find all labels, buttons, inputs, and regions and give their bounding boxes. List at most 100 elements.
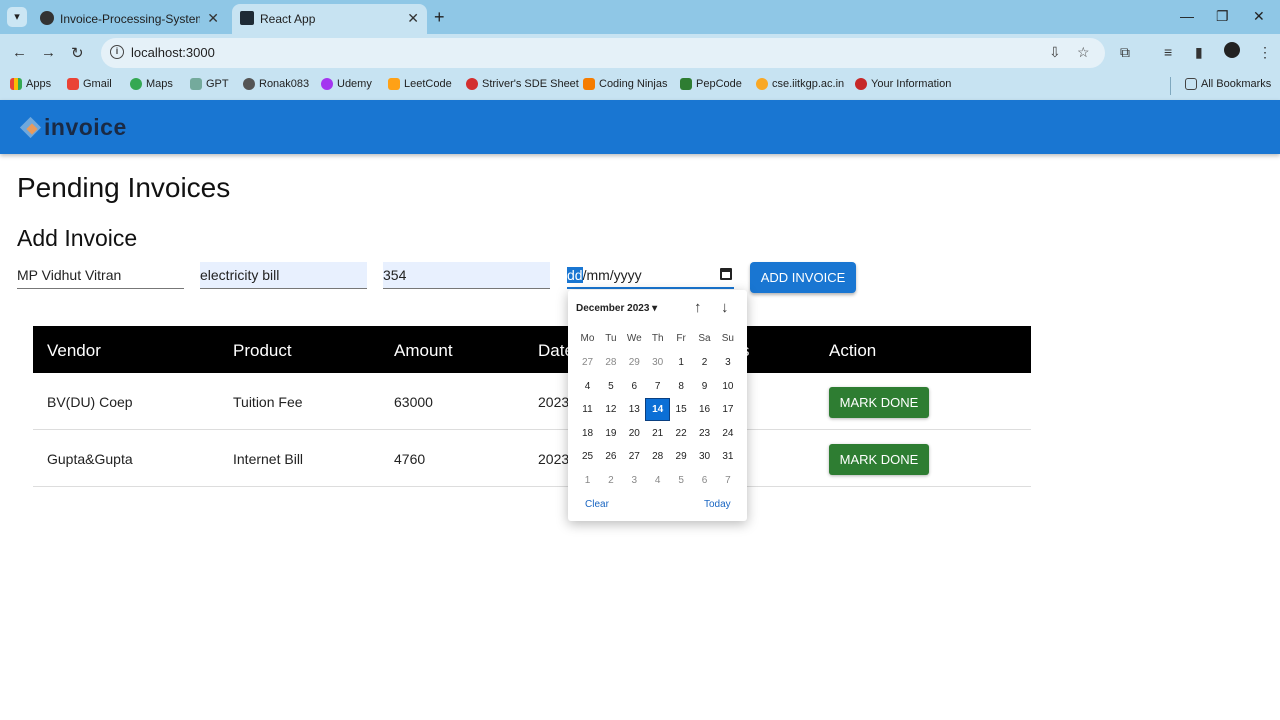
calendar-day[interactable]: 17: [716, 399, 739, 420]
bookmark-pepcode[interactable]: PepCode: [680, 78, 742, 90]
add-invoice-button[interactable]: ADD INVOICE: [750, 262, 856, 293]
calendar-day[interactable]: 23: [693, 423, 716, 444]
media-icon[interactable]: ≡: [1164, 44, 1172, 60]
calendar-day[interactable]: 28: [646, 446, 669, 467]
date-rest-segment[interactable]: /mm/yyyy: [583, 267, 642, 283]
tab-search-chevron-icon[interactable]: ▾: [7, 7, 27, 27]
menu-kebab-icon[interactable]: ⋮: [1258, 44, 1272, 61]
browser-tab-react-app[interactable]: React App ✕: [232, 4, 427, 34]
app-logo[interactable]: invoice: [19, 114, 127, 141]
calendar-day[interactable]: 31: [716, 446, 739, 467]
product-field[interactable]: [200, 262, 367, 289]
prev-month-arrow-icon[interactable]: ↑: [694, 299, 702, 316]
all-bookmarks[interactable]: All Bookmarks: [1185, 78, 1271, 90]
calendar-day[interactable]: 1: [670, 352, 693, 373]
bookmark-star-icon[interactable]: ☆: [1077, 44, 1090, 61]
calendar-day[interactable]: 15: [670, 399, 693, 420]
bookmark-label: Apps: [26, 78, 52, 90]
calendar-icon[interactable]: [720, 268, 732, 280]
bookmark-gpt[interactable]: GPT: [190, 78, 229, 90]
diamond-logo-icon: [19, 116, 42, 139]
calendar-day[interactable]: 21: [646, 423, 669, 444]
calendar-day[interactable]: 8: [670, 376, 693, 397]
window-close-icon[interactable]: ✕: [1253, 8, 1265, 25]
calendar-day[interactable]: 4: [576, 376, 599, 397]
calendar-day[interactable]: 29: [623, 352, 646, 373]
calendar-day[interactable]: 11: [576, 399, 599, 420]
calendar-day[interactable]: 5: [670, 470, 693, 491]
calendar-day[interactable]: 7: [646, 376, 669, 397]
close-icon[interactable]: ✕: [407, 10, 419, 27]
calendar-day[interactable]: 30: [693, 446, 716, 467]
install-icon[interactable]: ⇩: [1049, 44, 1061, 61]
calendar-day[interactable]: 28: [599, 352, 622, 373]
calendar-day[interactable]: 14: [645, 398, 671, 421]
reload-icon[interactable]: ↻: [71, 44, 84, 62]
today-button[interactable]: Today: [704, 499, 731, 510]
vendor-input[interactable]: [17, 267, 184, 283]
calendar-day[interactable]: 6: [693, 470, 716, 491]
calendar-day[interactable]: 16: [693, 399, 716, 420]
calendar-day[interactable]: 12: [599, 399, 622, 420]
calendar-day[interactable]: 5: [599, 376, 622, 397]
minimize-icon[interactable]: —: [1180, 8, 1194, 24]
calendar-day[interactable]: 9: [693, 376, 716, 397]
site-info-icon[interactable]: i: [110, 45, 124, 59]
month-year-select[interactable]: December 2023 ▾: [576, 303, 657, 314]
calendar-day[interactable]: 18: [576, 423, 599, 444]
bookmark-udemy[interactable]: Udemy: [321, 78, 372, 90]
profile-avatar[interactable]: [1224, 42, 1240, 58]
calendar-day[interactable]: 27: [576, 352, 599, 373]
bookmark-striver[interactable]: Striver's SDE Sheet: [466, 78, 579, 90]
address-bar[interactable]: i localhost:3000 ⇩ ☆: [101, 38, 1105, 68]
calendar-day[interactable]: 26: [599, 446, 622, 467]
calendar-day[interactable]: 30: [646, 352, 669, 373]
calendar-day[interactable]: 2: [599, 470, 622, 491]
amount-input[interactable]: [383, 267, 550, 283]
bookmark-maps[interactable]: Maps: [130, 78, 173, 90]
bookmark-coding-ninjas[interactable]: Coding Ninjas: [583, 78, 667, 90]
bookmark-apps[interactable]: Apps: [10, 78, 51, 90]
calendar-day[interactable]: 13: [623, 399, 646, 420]
browser-tab-github[interactable]: Invoice-Processing-System/ at ✕: [32, 4, 227, 34]
close-icon[interactable]: ✕: [207, 10, 219, 27]
calendar-day[interactable]: 3: [716, 352, 739, 373]
new-tab-icon[interactable]: +: [434, 7, 445, 28]
extensions-icon[interactable]: ⧉: [1120, 44, 1130, 61]
bookmark-iitkgp[interactable]: cse.iitkgp.ac.in: [756, 78, 844, 90]
calendar-day[interactable]: 27: [623, 446, 646, 467]
next-month-arrow-icon[interactable]: ↓: [721, 299, 729, 316]
vendor-field[interactable]: [17, 262, 184, 289]
calendar-day[interactable]: 7: [716, 470, 739, 491]
side-panel-icon[interactable]: ▮: [1195, 44, 1203, 61]
amount-field[interactable]: [383, 262, 550, 289]
striver-icon: [466, 78, 478, 90]
calendar-day[interactable]: 19: [599, 423, 622, 444]
mark-done-button[interactable]: MARK DONE: [829, 444, 929, 475]
calendar-day[interactable]: 4: [646, 470, 669, 491]
calendar-day[interactable]: 1: [576, 470, 599, 491]
calendar-day[interactable]: 24: [716, 423, 739, 444]
forward-icon[interactable]: →: [41, 44, 56, 61]
bookmark-gmail[interactable]: Gmail: [67, 78, 112, 90]
calendar-day[interactable]: 22: [670, 423, 693, 444]
calendar-day[interactable]: 25: [576, 446, 599, 467]
product-input[interactable]: [200, 267, 367, 283]
mark-done-button[interactable]: MARK DONE: [829, 387, 929, 418]
restore-icon[interactable]: ❐: [1216, 8, 1229, 25]
date-day-segment[interactable]: dd: [567, 267, 583, 283]
calendar-day[interactable]: 2: [693, 352, 716, 373]
calendar-day[interactable]: 3: [623, 470, 646, 491]
calendar-day[interactable]: 10: [716, 376, 739, 397]
clear-button[interactable]: Clear: [585, 499, 609, 510]
bookmark-ronak083[interactable]: Ronak083: [243, 78, 309, 90]
page-title: Pending Invoices: [17, 172, 231, 203]
bookmark-leetcode[interactable]: LeetCode: [388, 78, 452, 90]
calendar-day[interactable]: 29: [670, 446, 693, 467]
bookmark-your-information[interactable]: Your Information: [855, 78, 951, 90]
calendar-day[interactable]: 20: [623, 423, 646, 444]
cell-vendor: Gupta&Gupta: [47, 451, 133, 467]
date-field[interactable]: dd/mm/yyyy: [567, 262, 734, 289]
calendar-day[interactable]: 6: [623, 376, 646, 397]
back-icon[interactable]: ←: [12, 44, 27, 61]
